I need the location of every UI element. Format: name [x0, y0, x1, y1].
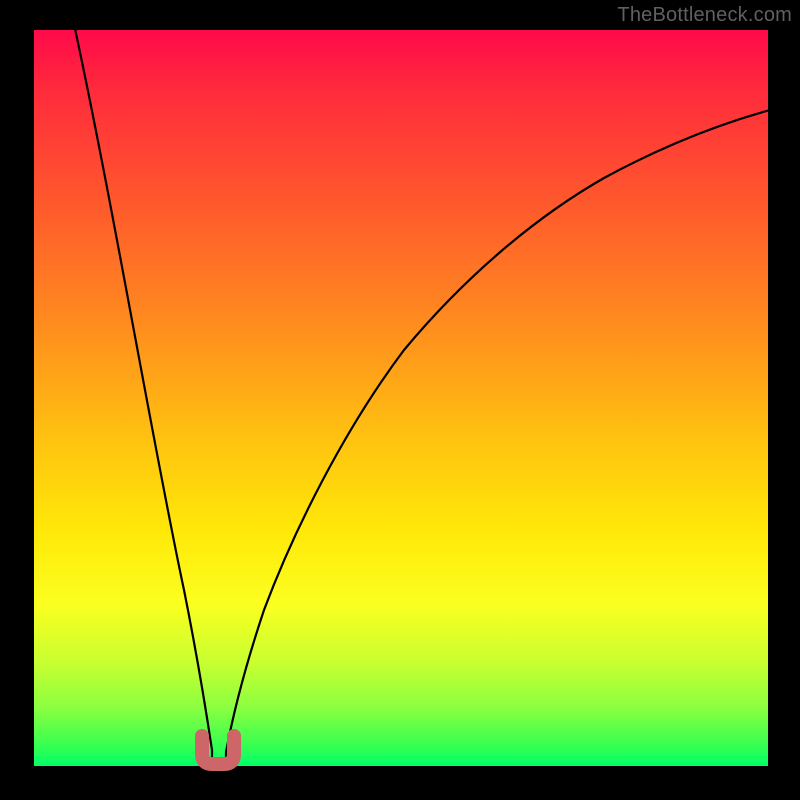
highlight-u-marker: [202, 736, 234, 764]
curve-right-branch: [226, 110, 770, 766]
curve-left-branch: [74, 24, 212, 766]
chart-stage: TheBottleneck.com: [0, 0, 800, 800]
watermark-text: TheBottleneck.com: [617, 4, 792, 27]
curve-layer: [34, 30, 768, 766]
plot-area: [34, 30, 768, 766]
